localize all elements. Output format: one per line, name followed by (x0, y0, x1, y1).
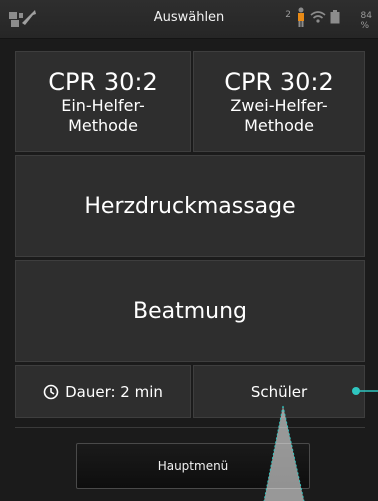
timer-icon (43, 384, 59, 399)
status-bar: Auswählen 2 84 % (0, 0, 378, 39)
cpr-two-title: CPR 30:2 (224, 67, 334, 96)
student-button[interactable]: Schüler (193, 365, 365, 418)
cpr-two-rescuer-button[interactable]: CPR 30:2 Zwei-Helfer- Methode (193, 51, 365, 152)
cpr-one-line2: Ein-Helfer- (61, 95, 145, 115)
main-menu-label: Hauptmenü (157, 459, 229, 473)
cpr-one-line3: Methode (68, 115, 138, 135)
duration-button[interactable]: Dauer: 2 min (15, 365, 191, 418)
signal-number: 2 (285, 10, 291, 20)
ventilation-button[interactable]: Beatmung (15, 260, 365, 362)
person-icon (298, 7, 304, 27)
cpr-two-line2: Zwei-Helfer- (230, 95, 328, 115)
cpr-one-rescuer-button[interactable]: CPR 30:2 Ein-Helfer- Methode (15, 51, 191, 152)
main-menu-button[interactable]: Hauptmenü (76, 443, 310, 489)
duration-label: Dauer: 2 min (65, 382, 163, 401)
student-label: Schüler (250, 382, 308, 401)
cpr-one-title: CPR 30:2 (48, 67, 158, 96)
cpr-two-line3: Methode (244, 115, 314, 135)
ventilation-label: Beatmung (132, 298, 248, 324)
battery-icon (330, 10, 340, 24)
battery-percent: 84 % (360, 11, 372, 31)
compressions-label: Herzdruckmassage (84, 193, 296, 219)
compressions-button[interactable]: Herzdruckmassage (15, 155, 365, 257)
divider (15, 427, 365, 428)
wifi-icon (310, 11, 326, 23)
